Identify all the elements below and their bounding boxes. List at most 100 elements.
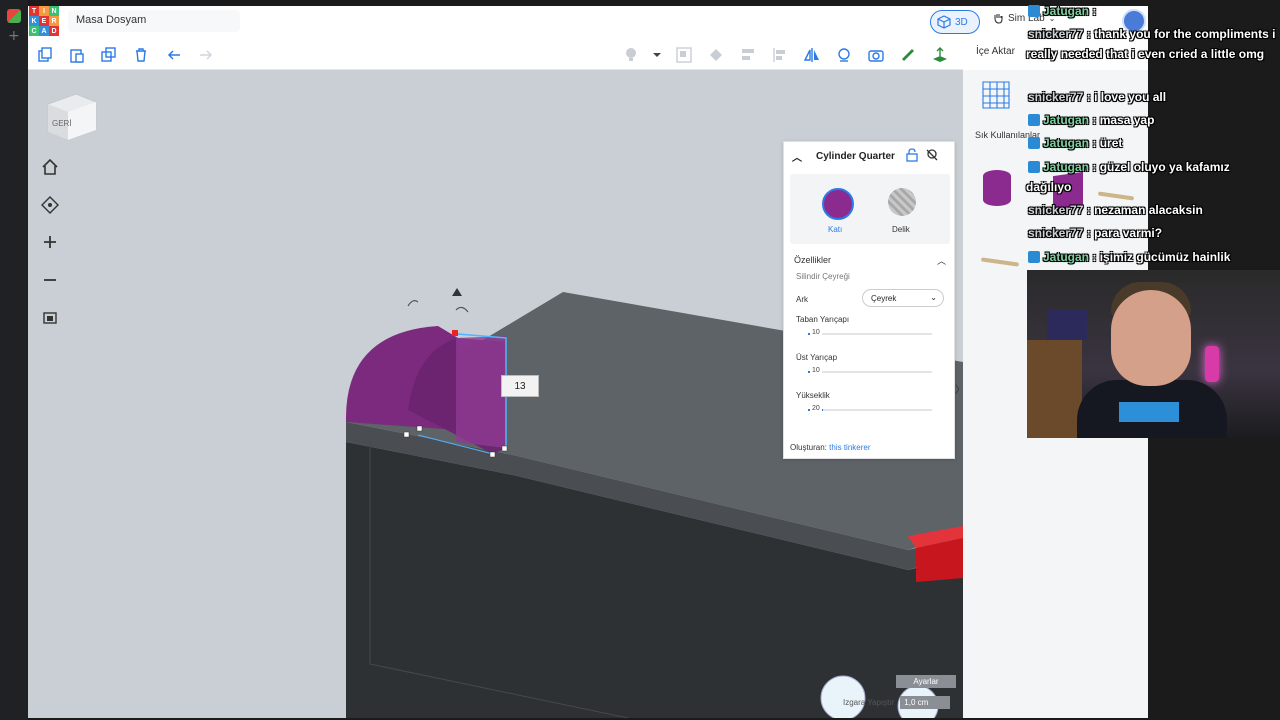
- new-tab-icon[interactable]: +: [8, 28, 20, 44]
- slider-value[interactable]: 10: [810, 329, 822, 336]
- panel-collapse-icon[interactable]: 〉: [955, 381, 963, 403]
- creator-link[interactable]: this tinkerer: [829, 443, 870, 452]
- slider-base-radius: Taban Yarıçapı 10: [790, 311, 950, 349]
- document-title-field[interactable]: Masa Dosyam: [68, 10, 240, 32]
- workplane-icon[interactable]: [929, 44, 951, 66]
- hole-option[interactable]: [888, 188, 916, 216]
- cruise-icon[interactable]: [833, 44, 855, 66]
- chat-text: : masa yap: [1092, 113, 1155, 127]
- fit-view-icon[interactable]: [36, 191, 64, 219]
- solid-label: Katı: [828, 225, 843, 234]
- grid-snap-value: 1,0 cm: [904, 698, 929, 707]
- microphone: [1205, 346, 1219, 382]
- slider-top-radius: Üst Yarıçap 10: [790, 349, 950, 387]
- cube-icon: [937, 15, 951, 29]
- tinkercad-logo[interactable]: TIN KER CAD: [29, 6, 59, 36]
- properties-section: Özellikler ︿ Silindir Çeyreği Ark Çeyrek…: [790, 250, 950, 450]
- group-icon[interactable]: [673, 44, 695, 66]
- chat-username: Jatugan: [1043, 160, 1090, 174]
- chat-badge-icon: [1028, 137, 1040, 149]
- creator-label: Oluşturan:: [790, 443, 827, 452]
- properties-header[interactable]: Özellikler ︿: [790, 250, 950, 270]
- grid-snap-select[interactable]: 1,0 cm: [900, 696, 951, 709]
- solid-option[interactable]: [822, 188, 854, 220]
- light-bulb-icon[interactable]: [620, 44, 642, 66]
- chat-text: : thank you for the compliments i: [1086, 27, 1276, 41]
- slider-track[interactable]: [808, 409, 932, 411]
- chat-message: really needed that i even cried a little…: [1026, 47, 1264, 61]
- ungroup-icon[interactable]: [705, 44, 727, 66]
- zoom-out-icon[interactable]: [36, 266, 64, 294]
- chat-message: snicker77 : nezaman alacaksin: [1028, 203, 1203, 217]
- chat-badge-icon: [1028, 161, 1040, 173]
- chat-text: dağılıyo: [1026, 180, 1072, 194]
- ruler-icon[interactable]: [897, 44, 919, 66]
- arc-row: Ark Çeyrek ⌄: [790, 287, 950, 311]
- view-3d-button[interactable]: 3D: [930, 10, 980, 34]
- chevron-up-icon[interactable]: ︿: [937, 254, 946, 267]
- chat-message: Jatugan : masa yap: [1028, 113, 1154, 127]
- chat-text: : i love you all: [1086, 90, 1167, 104]
- slider-track[interactable]: [808, 371, 932, 373]
- home-view-icon[interactable]: [36, 153, 64, 181]
- chat-username: Jatugan: [1043, 136, 1090, 150]
- screen: + TIN KER CAD Masa Dosyam 3D Sim Lab ⌄ İ…: [0, 0, 1280, 720]
- solid-hole-selector: Katı Delik: [790, 174, 950, 244]
- chat-badge-icon: [1028, 114, 1040, 126]
- orthographic-icon[interactable]: [36, 304, 64, 332]
- chat-message: Jatugan : güzel oluyo ya kafamız: [1028, 160, 1230, 174]
- slider-label: Taban Yarıçapı: [796, 315, 850, 324]
- camera-icon[interactable]: [865, 44, 887, 66]
- collapse-chevron-icon[interactable]: ︿: [792, 149, 802, 164]
- view-cube[interactable]: GERİ: [42, 90, 98, 144]
- chat-username: Jatugan: [1043, 4, 1090, 18]
- chat-badge-icon: [1028, 251, 1040, 263]
- chat-text: : güzel oluyo ya kafamız: [1092, 160, 1230, 174]
- chat-text: : para varmi?: [1086, 226, 1163, 240]
- 3d-viewport[interactable]: GERİ 13 ︿ Cylinder Quarter Katı Delik Öz…: [28, 70, 963, 718]
- chat-text: : üret: [1092, 136, 1123, 150]
- delete-icon[interactable]: [130, 44, 152, 66]
- properties-label: Özellikler: [794, 255, 832, 265]
- mirror-icon[interactable]: [801, 44, 823, 66]
- slider-label: Üst Yarıçap: [796, 353, 838, 362]
- import-button[interactable]: İçe Aktar: [976, 46, 1015, 57]
- chat-text: : nezaman alacaksin: [1086, 203, 1203, 217]
- chat-text: really needed that i even cried a little…: [1026, 47, 1265, 61]
- cylinder-shape-item[interactable]: [983, 170, 1011, 206]
- inspector-header: ︿ Cylinder Quarter: [784, 142, 954, 170]
- creator-line: Oluşturan: this tinkerer: [790, 443, 871, 452]
- dimension-input[interactable]: 13: [501, 375, 539, 397]
- copy-icon[interactable]: [34, 44, 56, 66]
- chat-badge-icon: [1028, 5, 1040, 17]
- shape-inspector: ︿ Cylinder Quarter Katı Delik Özellikler…: [783, 141, 955, 459]
- paste-icon[interactable]: [66, 44, 88, 66]
- hide-light-icon[interactable]: [925, 148, 939, 165]
- stick-shape-item[interactable]: [980, 257, 1020, 267]
- slider-value[interactable]: 20: [810, 405, 822, 412]
- chat-message: Jatugan :: [1028, 4, 1096, 18]
- settings-button[interactable]: Ayarlar: [896, 675, 956, 688]
- align-left-icon[interactable]: [769, 44, 791, 66]
- align-icon[interactable]: [737, 44, 759, 66]
- title-bar: TIN KER CAD Masa Dosyam 3D Sim Lab ⌄: [28, 6, 1148, 38]
- lock-icon[interactable]: [905, 147, 919, 165]
- zoom-in-icon[interactable]: [36, 228, 64, 256]
- grid-snap-control: Izgara Yapıştır 1,0 cm: [843, 696, 951, 709]
- slider-track[interactable]: [808, 333, 932, 335]
- slider-value[interactable]: 10: [810, 367, 822, 374]
- chevron-down-icon[interactable]: [646, 44, 668, 66]
- hole-label: Delik: [892, 225, 910, 234]
- chat-username: Jatugan: [1043, 113, 1090, 127]
- chat-message: Jatugan : üret: [1028, 136, 1122, 150]
- redo-icon[interactable]: [195, 44, 217, 66]
- chat-username: snicker77: [1028, 226, 1084, 240]
- viewcube-label: GERİ: [52, 119, 72, 128]
- undo-icon[interactable]: [163, 44, 185, 66]
- arc-select[interactable]: Çeyrek ⌄: [862, 289, 944, 307]
- workplane-grid-icon[interactable]: [981, 80, 1011, 110]
- duplicate-icon[interactable]: [98, 44, 120, 66]
- browser-app-icon[interactable]: [7, 9, 21, 23]
- arc-select-value: Çeyrek: [871, 294, 897, 303]
- tinkercad-window: TIN KER CAD Masa Dosyam 3D Sim Lab ⌄ İçe…: [28, 6, 1148, 718]
